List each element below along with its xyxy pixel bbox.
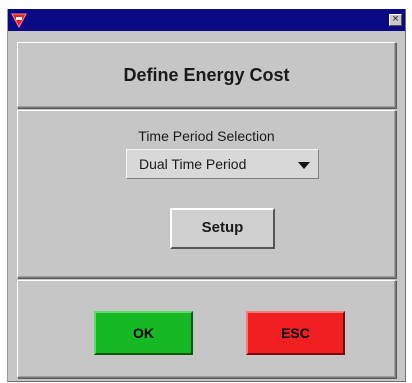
title-bar[interactable]: × [8, 9, 405, 31]
time-period-select[interactable]: Dual Time Period [126, 149, 319, 179]
red-triangle-logo-icon [11, 13, 27, 28]
chevron-down-icon[interactable] [298, 162, 310, 169]
define-energy-cost-window: × Define Energy Cost Time Period Selecti… [7, 9, 406, 382]
actions-panel: OK ESC [17, 280, 396, 378]
page-title: Define Energy Cost [123, 65, 290, 85]
ok-button[interactable]: OK [94, 311, 193, 355]
setup-button[interactable]: Setup [170, 208, 275, 249]
title-panel: Define Energy Cost [17, 42, 396, 108]
close-icon[interactable]: × [389, 14, 402, 26]
settings-panel: Time Period Selection Dual Time Period S… [17, 110, 396, 278]
time-period-label: Time Period Selection [138, 128, 275, 144]
time-period-value: Dual Time Period [139, 156, 247, 172]
esc-button[interactable]: ESC [246, 311, 345, 355]
